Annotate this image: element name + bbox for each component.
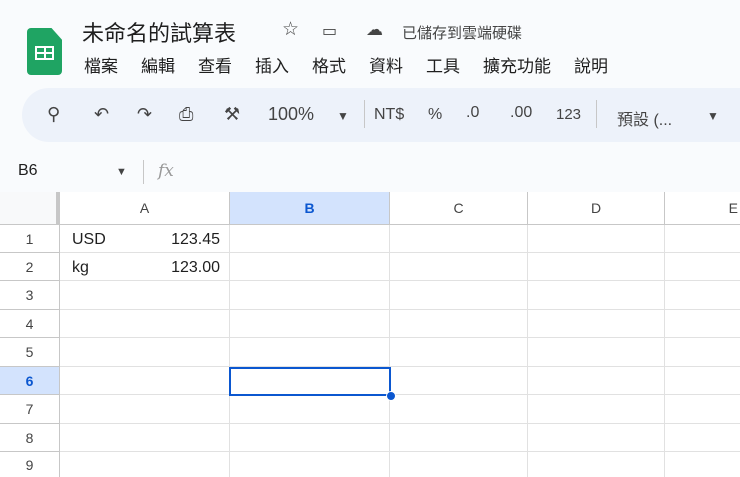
font-dropdown-icon[interactable]: ▼ — [707, 109, 719, 123]
menu-data[interactable]: 資料 — [369, 52, 403, 77]
cell-a1-value[interactable]: 123.45 — [140, 231, 220, 249]
undo-icon[interactable]: ↶ — [94, 104, 109, 125]
zoom-dropdown-icon[interactable]: ▼ — [337, 109, 349, 123]
row-header-5[interactable]: 5 — [0, 338, 60, 367]
cell-a2-label[interactable]: kg — [72, 259, 89, 277]
divider — [364, 100, 365, 128]
name-box[interactable]: B6 — [18, 162, 38, 180]
redo-icon[interactable]: ↷ — [137, 104, 152, 125]
row-header-6[interactable]: 6 — [0, 367, 60, 395]
divider — [596, 100, 597, 128]
menu-file[interactable]: 檔案 — [84, 52, 118, 77]
save-status: 已儲存到雲端硬碟 — [402, 25, 523, 42]
menu-help[interactable]: 說明 — [574, 52, 608, 77]
row-header-9[interactable]: 9 — [0, 452, 60, 477]
menu-tools[interactable]: 工具 — [426, 52, 460, 77]
row-header-7[interactable]: 7 — [0, 395, 60, 424]
row-header-4[interactable]: 4 — [0, 310, 60, 338]
menu-extensions[interactable]: 擴充功能 — [483, 52, 551, 77]
menu-edit[interactable]: 編輯 — [141, 52, 175, 77]
move-folder-icon[interactable]: ▭ — [322, 21, 337, 41]
font-select[interactable]: 預設 (... — [617, 106, 672, 130]
fx-icon: fx — [158, 161, 174, 181]
search-icon[interactable]: ⚲ — [47, 104, 60, 125]
row-header-2[interactable]: 2 — [0, 253, 60, 281]
column-header-e[interactable]: E — [665, 192, 740, 225]
percent-format-button[interactable]: % — [428, 106, 442, 124]
cell-a1-label[interactable]: USD — [72, 231, 106, 249]
cloud-saved-icon[interactable]: ☁ — [366, 20, 383, 40]
menu-bar: 檔案 編輯 查看 插入 格式 資料 工具 擴充功能 說明 — [84, 52, 608, 77]
sheets-logo[interactable] — [27, 28, 62, 75]
row-header-8[interactable]: 8 — [0, 424, 60, 452]
divider — [143, 160, 144, 184]
column-header-d[interactable]: D — [528, 192, 665, 225]
row-header-3[interactable]: 3 — [0, 281, 60, 310]
select-all-corner[interactable] — [0, 192, 60, 225]
fill-handle[interactable] — [386, 391, 396, 401]
selected-cell-b6[interactable] — [229, 367, 391, 396]
column-header-c[interactable]: C — [390, 192, 528, 225]
currency-format-button[interactable]: NT$ — [374, 106, 404, 124]
menu-insert[interactable]: 插入 — [255, 52, 289, 77]
row-header-1[interactable]: 1 — [0, 225, 60, 253]
cell-a2-value[interactable]: 123.00 — [140, 259, 220, 277]
paint-format-icon[interactable]: ⚒ — [224, 104, 240, 125]
formula-input[interactable] — [190, 156, 730, 186]
zoom-select[interactable]: 100% — [268, 104, 314, 125]
increase-decimal-button[interactable]: .00 — [510, 104, 532, 122]
name-box-dropdown-icon[interactable]: ▼ — [116, 166, 127, 178]
column-header-b[interactable]: B — [230, 192, 390, 225]
more-formats-button[interactable]: 123 — [556, 106, 581, 123]
menu-format[interactable]: 格式 — [312, 52, 346, 77]
document-title[interactable]: 未命名的試算表 — [82, 16, 236, 48]
decrease-decimal-button[interactable]: .0 — [466, 104, 479, 122]
menu-view[interactable]: 查看 — [198, 52, 232, 77]
spreadsheet-grid: A B C D E 1 2 3 4 5 6 7 8 9 USD 123.45 k… — [0, 192, 740, 477]
print-icon[interactable]: ⎙ — [179, 104, 193, 125]
column-header-a[interactable]: A — [60, 192, 230, 225]
star-icon[interactable]: ☆ — [282, 18, 299, 41]
